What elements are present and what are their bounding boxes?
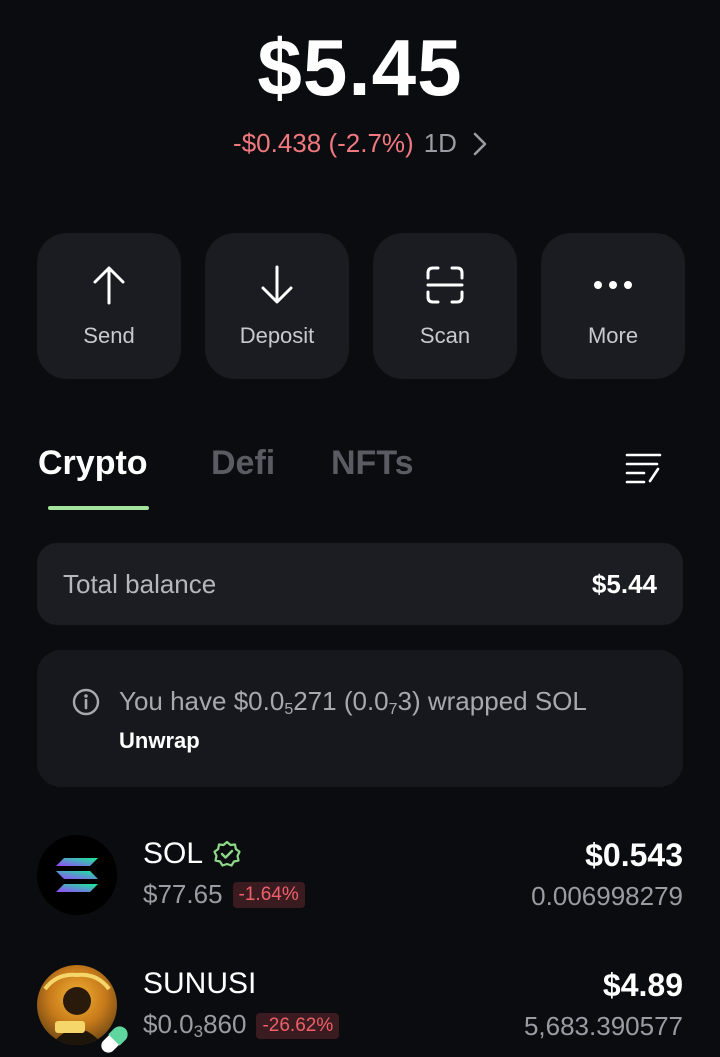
token-price: $77.65 (143, 879, 223, 909)
total-balance-card: Total balance $5.44 (37, 543, 683, 625)
token-usd-value: $4.89 (602, 967, 683, 1003)
more-label: More (587, 323, 639, 348)
tab-nfts[interactable]: NFTs (331, 444, 413, 483)
wrapped-sol-message: You have $0.05271 (0.073) wrapped SOL (119, 686, 587, 718)
arrow-down-icon (259, 265, 295, 305)
deposit-button[interactable]: Deposit (205, 233, 349, 379)
token-amount: 5,683.390577 (523, 1011, 683, 1041)
period-label: 1D (423, 128, 457, 158)
token-name: SUNUSI (143, 967, 257, 1000)
sort-filter-icon[interactable] (624, 450, 664, 484)
pill-badge-icon (99, 1025, 129, 1055)
token-price: $0.03860 (143, 1009, 247, 1041)
asset-tabs: Crypto Defi NFTs (38, 444, 684, 516)
more-dots-icon (593, 265, 633, 305)
token-row-sol[interactable]: SOL $77.65 -1.64% $0.543 0.006998279 (37, 835, 683, 919)
more-button[interactable]: More (541, 233, 685, 379)
quick-actions: Send Deposit Scan More (37, 233, 685, 379)
unwrap-button[interactable]: Unwrap (119, 728, 200, 754)
active-tab-indicator (48, 506, 149, 510)
token-amount: 0.006998279 (531, 881, 683, 911)
verified-badge-icon (213, 840, 241, 867)
wallet-home: $5.45 -$0.438 (-2.7%) 1D Send Deposit Sc… (0, 0, 720, 1057)
send-button[interactable]: Send (37, 233, 181, 379)
sol-logo-icon (37, 835, 117, 915)
token-change-badge: -26.62% (256, 1012, 340, 1039)
token-usd-value: $0.543 (585, 837, 683, 873)
token-price-line: $77.65 -1.64% (143, 879, 305, 910)
total-balance-label: Total balance (63, 568, 217, 599)
chevron-right-icon (473, 132, 487, 156)
deposit-label: Deposit (239, 323, 315, 348)
wrapped-sol-notice: You have $0.05271 (0.073) wrapped SOL Un… (37, 650, 683, 787)
token-price-line: $0.03860 -26.62% (143, 1009, 340, 1042)
scan-icon (425, 265, 465, 305)
info-icon (72, 688, 100, 716)
arrow-up-icon (91, 265, 127, 305)
token-change-badge: -1.64% (232, 881, 305, 908)
send-label: Send (83, 323, 135, 348)
scan-button[interactable]: Scan (373, 233, 517, 379)
scan-label: Scan (419, 323, 471, 348)
portfolio-balance: $5.45 (257, 23, 463, 112)
token-row-sunusi[interactable]: SUNUSI $0.03860 -26.62% $4.89 5,683.3905… (37, 965, 683, 1055)
portfolio-change-row[interactable]: -$0.438 (-2.7%) 1D (0, 128, 720, 159)
portfolio-change: -$0.438 (-2.7%) (233, 128, 414, 158)
token-name: SOL (143, 837, 241, 871)
tab-defi[interactable]: Defi (211, 444, 275, 483)
total-balance-value: $5.44 (591, 568, 657, 599)
tab-crypto[interactable]: Crypto (38, 444, 148, 483)
